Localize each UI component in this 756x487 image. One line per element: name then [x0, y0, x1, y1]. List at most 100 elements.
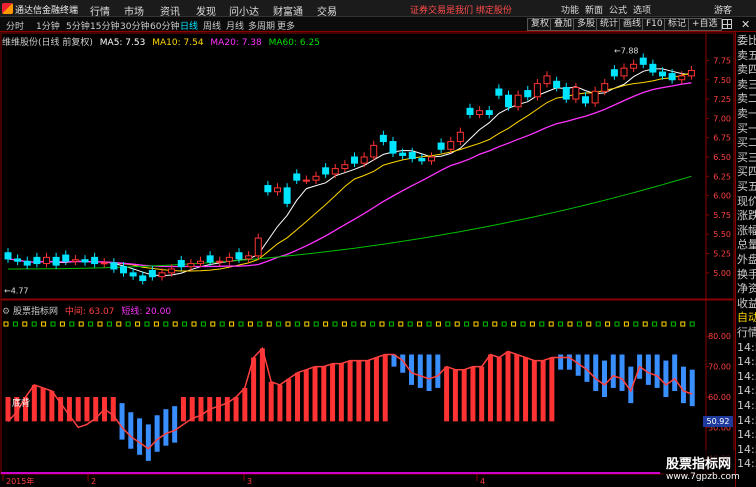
candle-up [591, 90, 599, 104]
price-tick-label: 5.25 [713, 250, 731, 259]
side-panel-item: 14:55 [737, 428, 756, 442]
signal-marker [558, 321, 564, 327]
indicator-bar-down [619, 354, 625, 391]
signal-marker [153, 321, 159, 327]
candle-down [148, 270, 156, 278]
signal-marker [689, 321, 695, 327]
indicator-bar-down [119, 403, 125, 440]
side-panel-item: 卖二 [737, 92, 756, 106]
candle-down [177, 259, 185, 268]
low-price-marker: ←4.77 [4, 287, 29, 296]
candle-down [264, 185, 272, 193]
signal-marker [529, 321, 535, 327]
signal-marker [163, 321, 169, 327]
kline-chart[interactable]: 7.75 7.50 7.25 7.00 6.75 6.50 6.25 6.00 5.75 5.50… [0, 0, 735, 487]
candle-up [254, 237, 262, 257]
candle-down [129, 272, 137, 277]
signal-marker [219, 321, 225, 327]
candle-down [582, 96, 589, 104]
indicator-bar-up [444, 366, 450, 422]
side-panel-item: 净资 [737, 282, 756, 296]
indicator-bar-down [417, 354, 423, 388]
side-panel-item: 卖四 [737, 63, 756, 77]
candle-up [216, 260, 224, 263]
price-tick-label: 6.50 [713, 153, 731, 162]
signal-marker [454, 321, 460, 327]
indicator-bar-up [242, 387, 248, 422]
signal-marker [125, 321, 131, 327]
indicator-tick-label: 70.00 [708, 363, 731, 372]
indicator-bar-up [294, 372, 300, 422]
candle-up [245, 255, 253, 260]
price-tick-label: 7.75 [713, 56, 731, 65]
indicator-bar-down [602, 360, 608, 398]
candle-up [601, 83, 609, 92]
indicator-bar-up [277, 384, 283, 422]
side-panel-item: 卖三 [737, 77, 756, 91]
candle-up [370, 144, 378, 158]
signal-marker [435, 321, 441, 327]
side-panel-item: 买四 [737, 165, 756, 179]
side-panel-item: 自动 [737, 311, 756, 325]
signal-marker [78, 321, 84, 327]
signal-marker [623, 321, 629, 327]
candle-up [428, 156, 435, 162]
signal-marker [294, 321, 300, 327]
indicator-mid-label: 中间: 63.07 [64, 307, 115, 317]
candle-down [524, 90, 532, 98]
indicator-bar-up [452, 369, 458, 422]
side-panel-item: 总量 [737, 238, 756, 252]
side-panel-item: 14:55 [737, 399, 756, 412]
signal-marker [586, 321, 592, 327]
indicator-bar-down [663, 360, 669, 398]
side-panel-item: 现价 [737, 194, 756, 208]
indicator-bar-up [549, 357, 555, 422]
side-panel-item: 委比 [737, 34, 756, 47]
indicator-bar-up [180, 397, 186, 422]
indicator-bar-down [435, 354, 441, 388]
side-panel-item: 买五 [737, 180, 756, 193]
signal-marker [50, 321, 56, 327]
watermark-url: www.7gpzb.com [666, 472, 740, 482]
indicator-bar-up [84, 397, 90, 422]
indicator-bar-up [487, 354, 493, 422]
candle-up [514, 94, 522, 108]
candle-down [110, 262, 118, 270]
signal-marker [88, 321, 94, 327]
candle-down [610, 69, 618, 77]
candle-up [331, 168, 339, 175]
candle-down [466, 107, 474, 116]
indicator-bar-up [312, 366, 318, 422]
side-panel-item: 买三 [737, 150, 756, 164]
candle-up [158, 272, 166, 278]
signal-marker [332, 321, 338, 327]
side-panel-item: 14:55 [737, 369, 756, 383]
price-tick-label: 6.25 [713, 172, 731, 181]
signal-marker [680, 321, 686, 327]
candle-down [62, 254, 70, 262]
indicator-tick-label: 80.00 [708, 332, 731, 341]
indicator-bar-up [259, 348, 265, 422]
candle-down [505, 94, 512, 108]
signal-marker [398, 321, 404, 327]
candle-down [639, 57, 647, 65]
indicator-short-label: 短线: 20.00 [121, 307, 172, 317]
candle-down [322, 167, 330, 175]
candle-down [206, 255, 214, 263]
indicator-bar-up [303, 369, 309, 422]
candle-down [408, 151, 416, 160]
signal-marker [492, 321, 498, 327]
signal-marker [370, 321, 376, 327]
indicator-bar-down [645, 354, 651, 385]
signal-marker [642, 321, 648, 327]
indicator-settings-icon[interactable]: ⚙ [2, 307, 10, 317]
candle-up [274, 187, 281, 193]
signal-marker [229, 321, 235, 327]
signal-marker [407, 321, 413, 327]
stock-label: 维维股份(日线 前复权) [2, 38, 93, 48]
close-icon[interactable]: ✕ [741, 18, 750, 31]
indicator-name[interactable]: 股票指标网 [13, 307, 58, 317]
signal-marker [323, 321, 329, 327]
ma20-label: MA20: 7.38 [210, 38, 262, 48]
indicator-bar-up [5, 397, 11, 422]
